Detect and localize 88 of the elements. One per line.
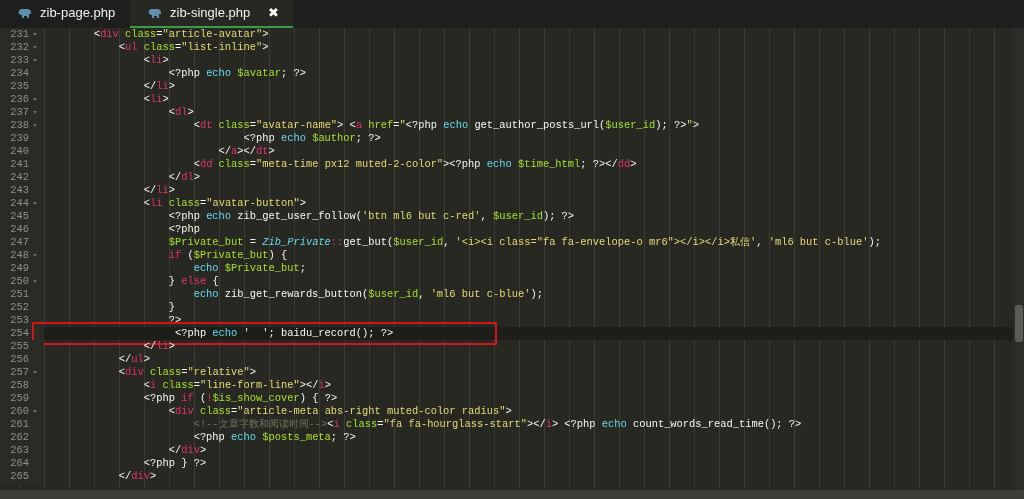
code-line: <div class="article-meta abs-right muted-color radius">	[167, 405, 512, 418]
code-line: <?php echo ' '; baidu_record(); ?>	[173, 327, 394, 340]
fold-icon[interactable]	[33, 111, 37, 114]
line-number: 250	[9, 275, 29, 288]
line-number: 256	[9, 353, 29, 366]
line-number: 233	[9, 54, 29, 67]
elephant-icon	[148, 7, 162, 19]
line-number: 232	[9, 41, 29, 54]
code-line: if ($Private_but) {	[167, 249, 288, 262]
code-line: </div>	[117, 470, 157, 483]
line-number: 259	[9, 392, 29, 405]
code-line: <div class="article-avatar">	[92, 28, 269, 41]
code-line: </a></dt>	[217, 145, 275, 158]
fold-icon[interactable]	[33, 254, 37, 257]
line-number: 247	[9, 236, 29, 249]
line-number: 263	[9, 444, 29, 457]
line-number: 260	[9, 405, 29, 418]
line-number: 257	[9, 366, 29, 379]
line-number: 249	[9, 262, 29, 275]
code-line: <li class="avatar-button">	[142, 197, 306, 210]
code-line: <?php	[167, 223, 200, 236]
line-number: 238	[9, 119, 29, 132]
code-line: <?php if (!$is_show_cover) { ?>	[142, 392, 338, 405]
tab-label: zib-page.php	[40, 4, 116, 23]
code-line: <!--文章字数和阅读时间--><i class="fa fa-hourglass-start"></i> <?php echo count_words_read_time(); ?>	[192, 418, 802, 431]
fold-icon[interactable]	[33, 98, 37, 101]
line-number: 248	[9, 249, 29, 262]
code-line: <div class="relative">	[117, 366, 257, 379]
code-line: </dl>	[167, 171, 200, 184]
line-number: 252	[9, 301, 29, 314]
line-number: 235	[9, 80, 29, 93]
fold-icon[interactable]	[33, 371, 37, 374]
code-line: $Private_but = Zib_Private::get_but($user_id, '<i><i class="fa fa-envelope-o mr6"></i></i>私信', 'ml6 but c-blue');	[167, 236, 881, 249]
code-line: }	[167, 301, 175, 314]
code-line: <li>	[142, 54, 169, 67]
line-number: 254	[9, 327, 29, 340]
line-number: 239	[9, 132, 29, 145]
code-line: </li>	[142, 80, 175, 93]
vertical-scrollbar[interactable]	[1013, 28, 1024, 490]
code-line: </li>	[142, 184, 175, 197]
line-number: 264	[9, 457, 29, 470]
line-number: 231	[9, 28, 29, 41]
tab-label: zib-single.php	[170, 4, 251, 23]
code-line: <i class="line-form-line"></i>	[142, 379, 331, 392]
line-number: 240	[9, 145, 29, 158]
scroll-thumb[interactable]	[1015, 305, 1023, 342]
line-number: 251	[9, 288, 29, 301]
line-number: 236	[9, 93, 29, 106]
line-number: 253	[9, 314, 29, 327]
code-line: <ul class="list-inline">	[117, 41, 269, 54]
code-line: <?php echo zib_get_user_follow('btn ml6 but c-red', $user_id); ?>	[167, 210, 575, 223]
line-number: 258	[9, 379, 29, 392]
code-line: echo zib_get_rewards_button($user_id, 'ml6 but c-blue');	[192, 288, 543, 301]
fold-icon[interactable]	[33, 410, 37, 413]
fold-icon[interactable]	[33, 280, 37, 283]
code-line: <li>	[142, 93, 169, 106]
line-number: 245	[9, 210, 29, 223]
fold-icon[interactable]	[33, 46, 37, 49]
code-line: } else {	[167, 275, 219, 288]
line-number: 255	[9, 340, 29, 353]
code-line: <?php echo $posts_meta; ?>	[192, 431, 356, 444]
code-line: <?php } ?>	[142, 457, 207, 470]
close-icon[interactable]: ✖	[268, 3, 280, 23]
line-number: 243	[9, 184, 29, 197]
code-line: <dd class="meta-time px12 muted-2-color"><?php echo $time_html; ?></dd>	[192, 158, 637, 171]
code-line: <?php echo $avatar; ?>	[167, 67, 306, 80]
line-number: 244	[9, 197, 29, 210]
line-number: 246	[9, 223, 29, 236]
line-number: 234	[9, 67, 29, 80]
fold-icon[interactable]	[33, 202, 37, 205]
code-line: </ul>	[117, 353, 151, 366]
file-tab[interactable]: zib-single.php ✖	[130, 0, 294, 28]
fold-icon[interactable]	[33, 124, 37, 127]
code-line: <dl>	[167, 106, 194, 119]
code-line: <dt class="avatar-name"> <a href="<?php echo get_author_posts_url($user_id); ?>">	[192, 119, 699, 132]
elephant-icon	[18, 7, 32, 19]
code-line: echo $Private_but;	[192, 262, 306, 275]
fold-icon[interactable]	[33, 59, 37, 62]
line-number: 237	[9, 106, 29, 119]
code-line: <?php echo $author; ?>	[242, 132, 381, 145]
file-tab[interactable]: zib-page.php	[0, 0, 130, 28]
line-number: 262	[9, 431, 29, 444]
fold-icon[interactable]	[33, 33, 37, 36]
code-line: </div>	[167, 444, 207, 457]
line-number: 241	[9, 158, 29, 171]
line-number: 242	[9, 171, 29, 184]
line-number: 261	[9, 418, 29, 431]
line-number: 265	[9, 470, 29, 483]
